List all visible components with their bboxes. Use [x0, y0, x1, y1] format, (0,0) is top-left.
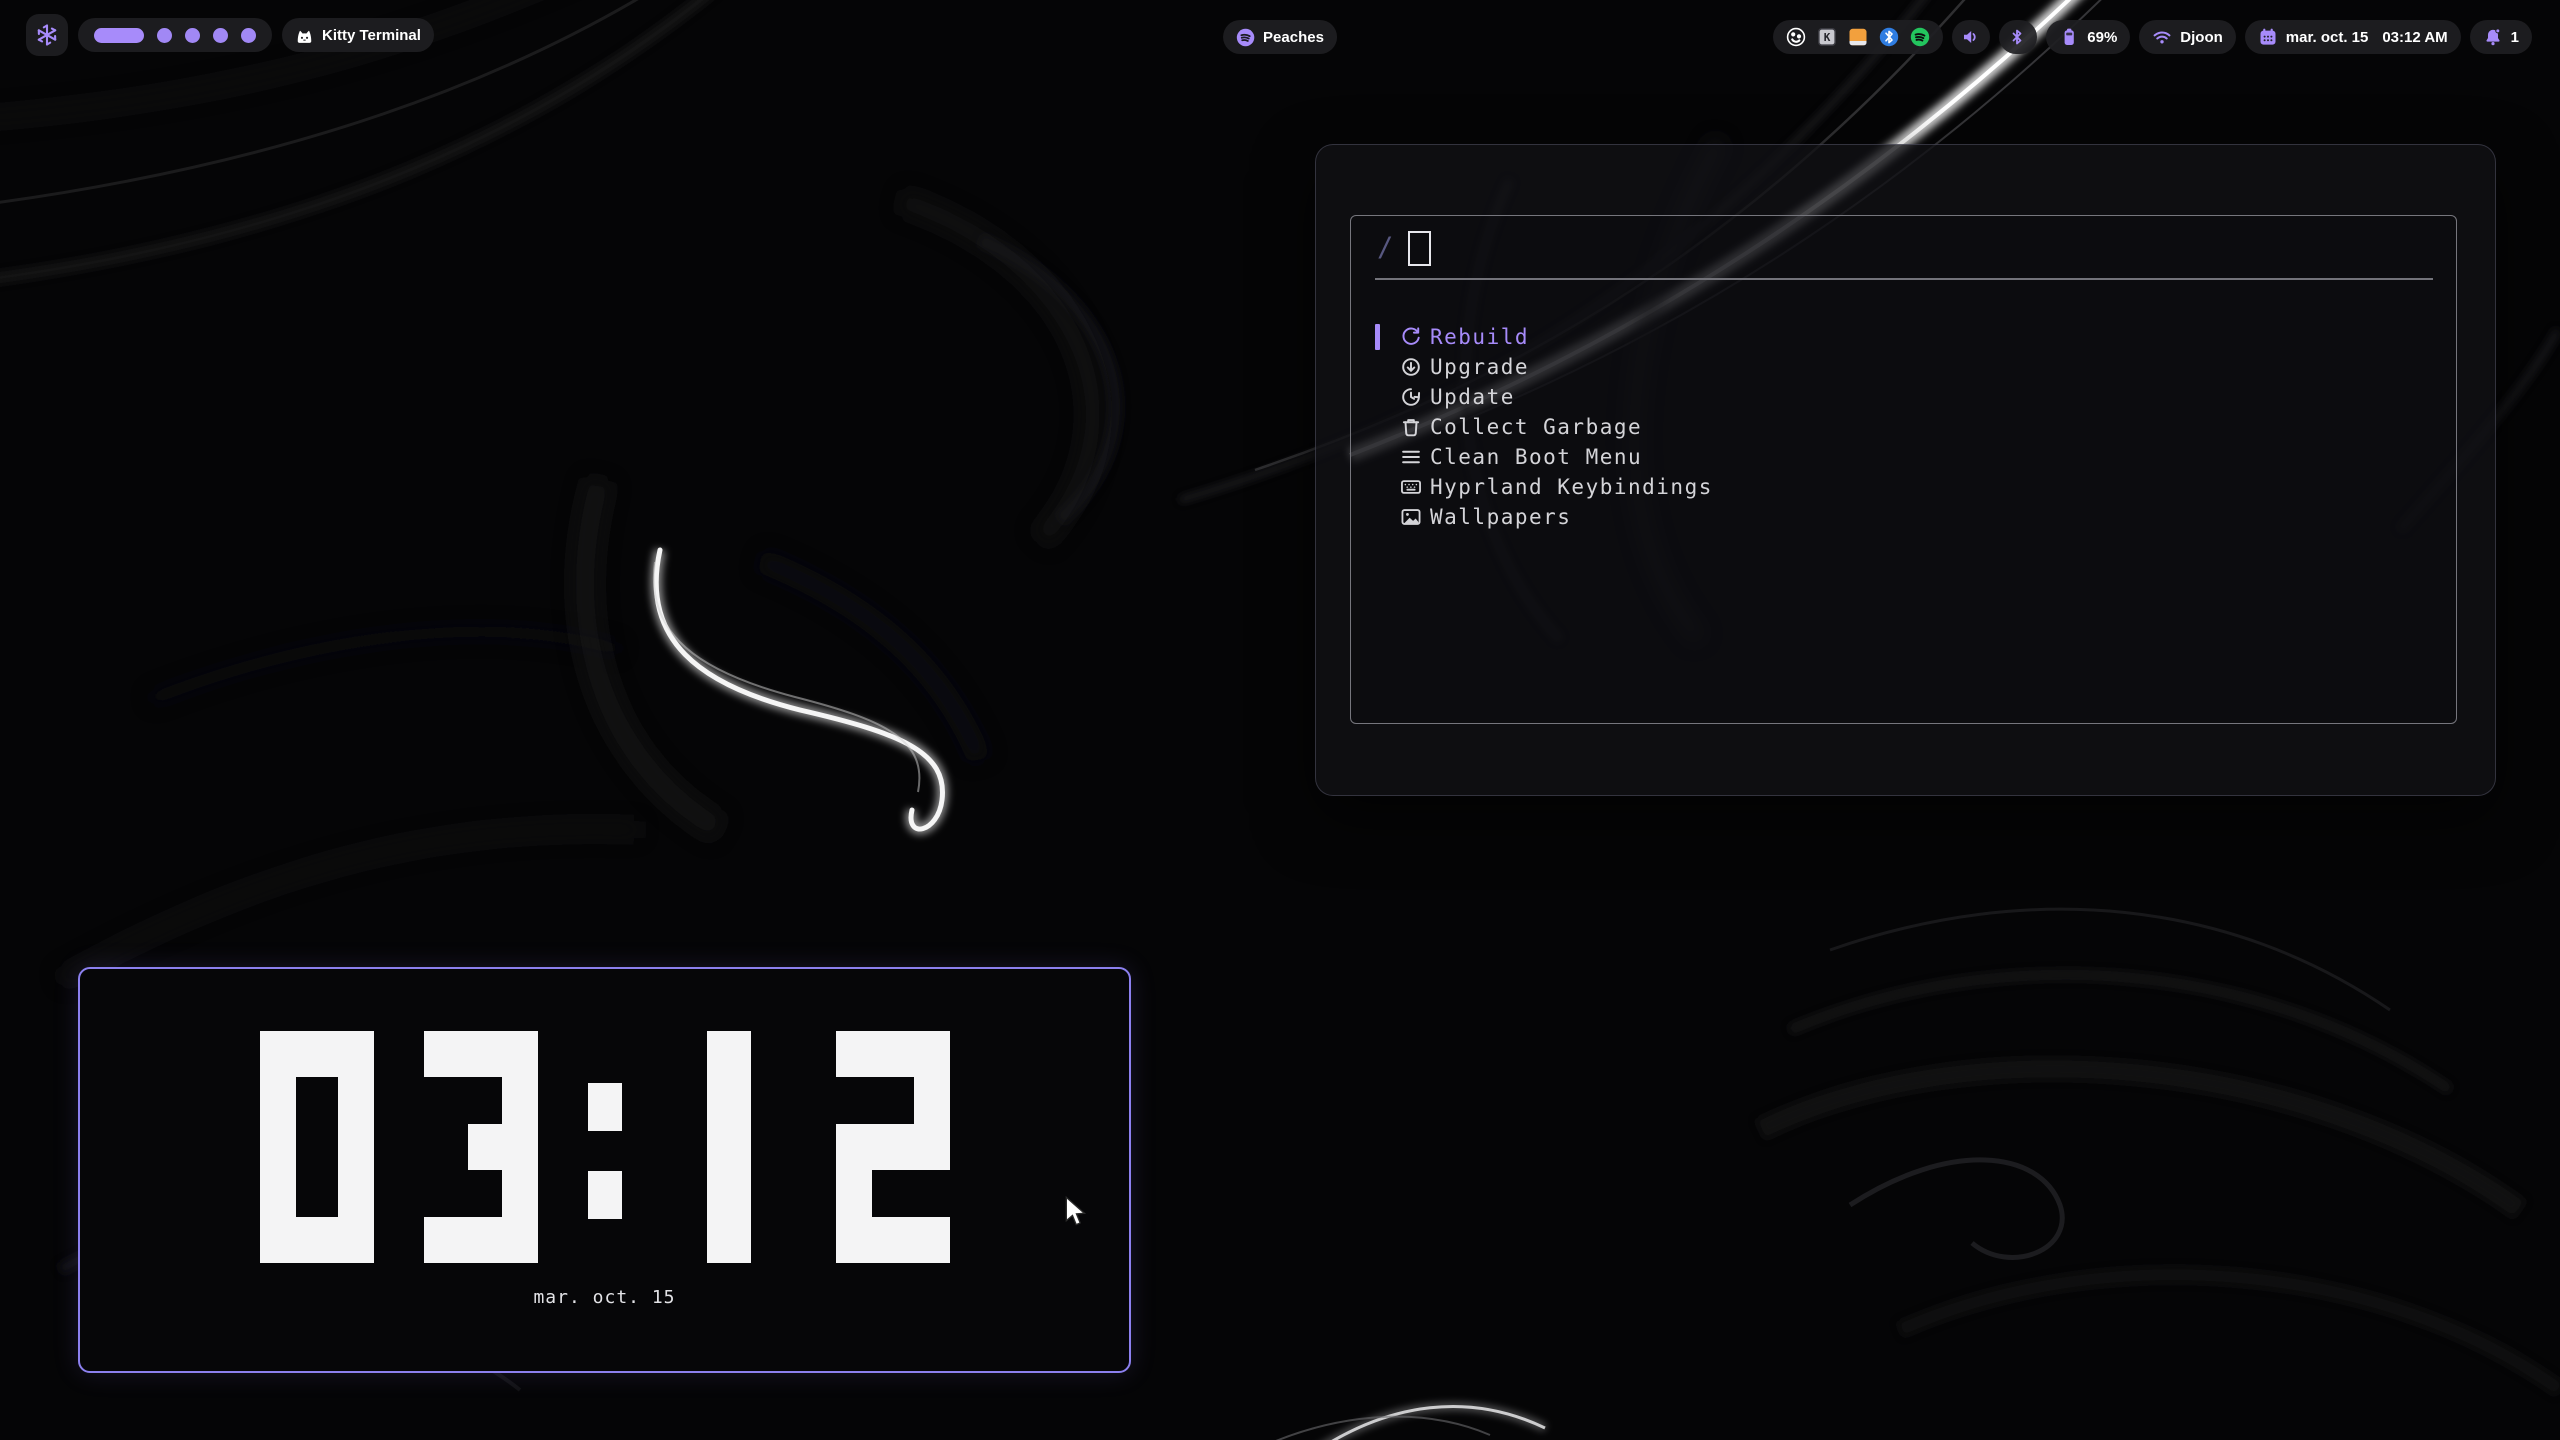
search-prompt: /: [1377, 232, 1393, 263]
launcher-item-label: Clean Boot Menu: [1430, 445, 1642, 469]
spotify-icon: [1236, 28, 1255, 47]
trash-icon: [1400, 416, 1422, 438]
launcher-item-hyprland-keybindings[interactable]: Hyprland Keybindings: [1351, 472, 2456, 502]
battery-pill[interactable]: 69%: [2046, 20, 2130, 54]
battery-icon: [2059, 27, 2079, 47]
kitty-cat-icon: [295, 26, 314, 45]
bluetooth-pill[interactable]: [1999, 20, 2037, 54]
topbar-left: Kitty Terminal: [26, 14, 434, 56]
clock-colon: [588, 1031, 622, 1263]
topbar-right: K: [1773, 20, 2532, 54]
launcher-inner-box: / Rebuild Upgrade Update Collect Garbage Cle…: [1350, 215, 2457, 724]
launcher-item-label: Wallpapers: [1430, 505, 1571, 529]
launcher-panel: / Rebuild Upgrade Update Collect Garbage Cle…: [1315, 144, 2496, 796]
launcher-item-label: Update: [1430, 385, 1515, 409]
network-pill[interactable]: Djoon: [2139, 20, 2236, 54]
launcher-item-wallpapers[interactable]: Wallpapers: [1351, 502, 2456, 532]
bluetooth-tray-icon[interactable]: [1879, 27, 1899, 47]
selection-indicator: [1375, 324, 1380, 350]
obs-tray-icon[interactable]: [1786, 27, 1806, 47]
statusbar-time: 03:12 AM: [2382, 29, 2447, 46]
media-track-title: Peaches: [1263, 29, 1324, 46]
bell-icon: [2483, 27, 2503, 47]
text-cursor: [1408, 231, 1431, 266]
clock-digit-3: [424, 1031, 538, 1263]
svg-text:K: K: [1824, 31, 1831, 44]
menu-icon: [1400, 446, 1422, 468]
calendar-icon: [2258, 27, 2278, 47]
upgrade-icon: [1400, 356, 1422, 378]
notification-count: 1: [2511, 29, 2519, 46]
keyboard-icon: [1400, 476, 1422, 498]
workspaces: [78, 18, 272, 52]
datetime-pill[interactable]: mar. oct. 15 03:12 AM: [2245, 20, 2461, 54]
battery-percent: 69%: [2087, 29, 2117, 46]
active-window-title: Kitty Terminal: [322, 27, 421, 44]
launcher-item-rebuild[interactable]: Rebuild: [1351, 322, 2456, 352]
speaker-icon: [1961, 27, 1981, 47]
launcher-item-upgrade[interactable]: Upgrade: [1351, 352, 2456, 382]
launcher-item-update[interactable]: Update: [1351, 382, 2456, 412]
volume-pill[interactable]: [1952, 20, 1990, 54]
clock-digits: [80, 1031, 1129, 1263]
image-icon: [1400, 506, 1422, 528]
keepassxc-tray-icon[interactable]: K: [1817, 27, 1837, 47]
workspace-3[interactable]: [185, 28, 200, 43]
workspace-1-active[interactable]: [94, 28, 144, 43]
launcher-item-collect-garbage[interactable]: Collect Garbage: [1351, 412, 2456, 442]
clock-date: mar. oct. 15: [80, 1287, 1129, 1308]
launcher-item-clean-boot-menu[interactable]: Clean Boot Menu: [1351, 442, 2456, 472]
workspace-2[interactable]: [157, 28, 172, 43]
bluetooth-icon: [2008, 27, 2028, 47]
wifi-icon: [2152, 27, 2172, 47]
wifi-ssid: Djoon: [2180, 29, 2223, 46]
system-tray: K: [1773, 20, 1943, 54]
workspace-4[interactable]: [213, 28, 228, 43]
active-window-pill[interactable]: Kitty Terminal: [282, 18, 434, 52]
launcher-search[interactable]: /: [1377, 228, 1431, 266]
nixos-launcher-button[interactable]: [26, 14, 68, 56]
update-icon: [1400, 386, 1422, 408]
files-tray-icon[interactable]: [1848, 27, 1868, 47]
clock-digit-0: [260, 1031, 374, 1263]
nixos-snowflake-icon: [35, 23, 59, 47]
statusbar-date: mar. oct. 15: [2286, 29, 2369, 46]
topbar-center: Peaches: [1223, 20, 1337, 54]
launcher-items: Rebuild Upgrade Update Collect Garbage Clean…: [1351, 322, 2456, 532]
workspace-5[interactable]: [241, 28, 256, 43]
launcher-item-label: Rebuild: [1430, 325, 1529, 349]
notifications-pill[interactable]: 1: [2470, 20, 2532, 54]
spotify-tray-icon[interactable]: [1910, 27, 1930, 47]
clock-widget: mar. oct. 15: [78, 967, 1131, 1373]
media-player-pill[interactable]: Peaches: [1223, 20, 1337, 54]
launcher-item-label: Upgrade: [1430, 355, 1529, 379]
launcher-item-label: Hyprland Keybindings: [1430, 475, 1713, 499]
rebuild-icon: [1400, 326, 1422, 348]
clock-digit-1: [672, 1031, 786, 1263]
clock-digit-2: [836, 1031, 950, 1263]
search-separator: [1375, 278, 2433, 280]
launcher-item-label: Collect Garbage: [1430, 415, 1642, 439]
mouse-cursor: [1063, 1196, 1091, 1233]
